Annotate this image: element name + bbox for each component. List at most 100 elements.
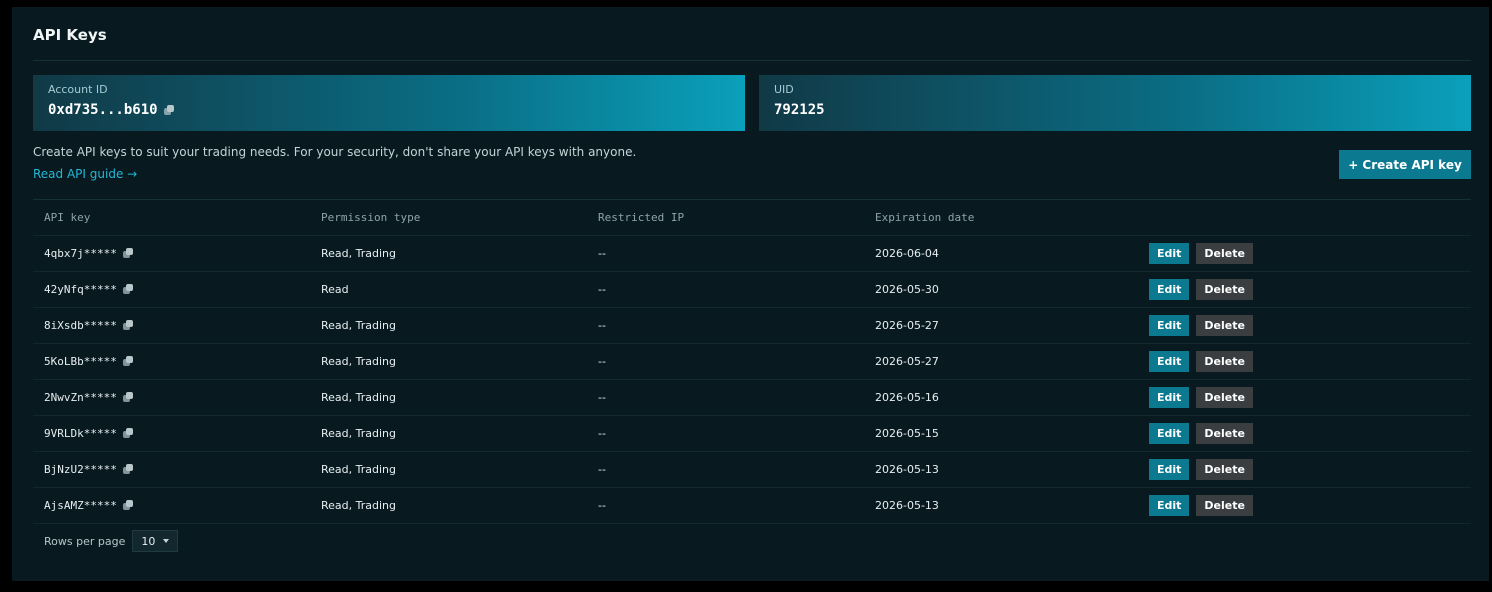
table-body: 4qbx7j***** Read, Trading -- 2026-06-04 Edit… xyxy=(33,236,1471,524)
expiration-cell: 2026-05-16 xyxy=(875,391,939,404)
table-row: 4qbx7j***** Read, Trading -- 2026-06-04 Edit… xyxy=(33,236,1471,272)
delete-button[interactable]: Delete xyxy=(1196,279,1253,300)
copy-icon[interactable] xyxy=(122,320,134,331)
copy-icon[interactable] xyxy=(122,356,134,367)
api-key-cell: 4qbx7j***** xyxy=(33,247,310,260)
permission-cell: Read, Trading xyxy=(321,427,396,440)
table-row: 5KoLBb***** Read, Trading -- 2026-05-27 Edit… xyxy=(33,344,1471,380)
copy-icon[interactable] xyxy=(122,248,134,259)
copy-icon[interactable] xyxy=(122,500,134,511)
uid-card: UID 792125 xyxy=(759,75,1471,131)
restricted-ip-cell: -- xyxy=(598,247,606,260)
permission-cell: Read, Trading xyxy=(321,499,396,512)
restricted-ip-cell: -- xyxy=(598,427,606,440)
restricted-ip-cell: -- xyxy=(598,319,606,332)
api-key-value: 4qbx7j***** xyxy=(44,247,117,260)
api-key-value: 9VRLDk***** xyxy=(44,427,117,440)
rows-per-page-label: Rows per page xyxy=(44,534,126,548)
restricted-ip-cell: -- xyxy=(598,355,606,368)
expiration-cell: 2026-05-30 xyxy=(875,283,939,296)
permission-cell: Read, Trading xyxy=(321,463,396,476)
table-row: 9VRLDk***** Read, Trading -- 2026-05-15 Edit… xyxy=(33,416,1471,452)
api-key-cell: BjNzU2***** xyxy=(33,463,310,476)
restricted-ip-cell: -- xyxy=(598,463,606,476)
edit-button[interactable]: Edit xyxy=(1149,351,1190,372)
delete-button[interactable]: Delete xyxy=(1196,387,1253,408)
restricted-ip-cell: -- xyxy=(598,499,606,512)
actions-cell: Edit Delete xyxy=(1141,495,1471,516)
account-id-value: 0xd735...b610 xyxy=(48,102,158,118)
uid-value: 792125 xyxy=(774,102,825,118)
api-key-value: 5KoLBb***** xyxy=(44,355,117,368)
account-id-card: Account ID 0xd735...b610 xyxy=(33,75,745,131)
actions-cell: Edit Delete xyxy=(1141,387,1471,408)
permission-cell: Read, Trading xyxy=(321,355,396,368)
rows-per-page-value: 10 xyxy=(141,534,156,548)
column-header-restricted-ip: Restricted IP xyxy=(598,211,685,224)
actions-cell: Edit Delete xyxy=(1141,243,1471,264)
api-key-cell: 42yNfq***** xyxy=(33,283,310,296)
edit-button[interactable]: Edit xyxy=(1149,495,1190,516)
copy-icon[interactable] xyxy=(122,392,134,403)
copy-icon[interactable] xyxy=(163,104,175,116)
expiration-cell: 2026-05-27 xyxy=(875,355,939,368)
read-api-guide-link[interactable]: Read API guide → xyxy=(33,167,137,181)
expiration-cell: 2026-05-13 xyxy=(875,499,939,512)
page-title: API Keys xyxy=(33,26,107,44)
api-key-cell: AjsAMZ***** xyxy=(33,499,310,512)
actions-cell: Edit Delete xyxy=(1141,423,1471,444)
title-divider xyxy=(33,60,1471,61)
table-header: API key Permission type Restricted IP Ex… xyxy=(33,200,1471,236)
expiration-cell: 2026-05-15 xyxy=(875,427,939,440)
copy-icon[interactable] xyxy=(122,428,134,439)
api-key-value: AjsAMZ***** xyxy=(44,499,117,512)
actions-cell: Edit Delete xyxy=(1141,315,1471,336)
edit-button[interactable]: Edit xyxy=(1149,459,1190,480)
actions-cell: Edit Delete xyxy=(1141,459,1471,480)
api-key-cell: 9VRLDk***** xyxy=(33,427,310,440)
delete-button[interactable]: Delete xyxy=(1196,351,1253,372)
table-row: 42yNfq***** Read -- 2026-05-30 Edit Delete xyxy=(33,272,1471,308)
edit-button[interactable]: Edit xyxy=(1149,279,1190,300)
column-header-permission-type: Permission type xyxy=(321,211,421,224)
delete-button[interactable]: Delete xyxy=(1196,459,1253,480)
api-key-cell: 5KoLBb***** xyxy=(33,355,310,368)
permission-cell: Read xyxy=(321,283,349,296)
copy-icon[interactable] xyxy=(122,464,134,475)
expiration-cell: 2026-05-27 xyxy=(875,319,939,332)
permission-cell: Read, Trading xyxy=(321,319,396,332)
api-key-value: 42yNfq***** xyxy=(44,283,117,296)
delete-button[interactable]: Delete xyxy=(1196,315,1253,336)
edit-button[interactable]: Edit xyxy=(1149,315,1190,336)
api-keys-table: API key Permission type Restricted IP Ex… xyxy=(33,200,1471,524)
pagination: Rows per page 10 xyxy=(44,530,179,552)
api-key-value: 2NwvZn***** xyxy=(44,391,117,404)
create-api-key-button[interactable]: + Create API key xyxy=(1339,150,1471,179)
expiration-cell: 2026-05-13 xyxy=(875,463,939,476)
api-keys-panel: API Keys Account ID 0xd735...b610 UID 79… xyxy=(12,7,1489,581)
column-header-expiration-date: Expiration date xyxy=(875,211,975,224)
api-key-value: BjNzU2***** xyxy=(44,463,117,476)
api-key-cell: 8iXsdb***** xyxy=(33,319,310,332)
api-key-cell: 2NwvZn***** xyxy=(33,391,310,404)
table-row: AjsAMZ***** Read, Trading -- 2026-05-13 Edit… xyxy=(33,488,1471,524)
api-description: Create API keys to suit your trading nee… xyxy=(33,145,637,159)
delete-button[interactable]: Delete xyxy=(1196,243,1253,264)
permission-cell: Read, Trading xyxy=(321,391,396,404)
actions-cell: Edit Delete xyxy=(1141,351,1471,372)
edit-button[interactable]: Edit xyxy=(1149,243,1190,264)
edit-button[interactable]: Edit xyxy=(1149,423,1190,444)
copy-icon[interactable] xyxy=(122,284,134,295)
column-header-api-key: API key xyxy=(44,211,91,224)
restricted-ip-cell: -- xyxy=(598,283,606,296)
delete-button[interactable]: Delete xyxy=(1196,495,1253,516)
expiration-cell: 2026-06-04 xyxy=(875,247,939,260)
edit-button[interactable]: Edit xyxy=(1149,387,1190,408)
table-row: 8iXsdb***** Read, Trading -- 2026-05-27 Edit… xyxy=(33,308,1471,344)
permission-cell: Read, Trading xyxy=(321,247,396,260)
actions-cell: Edit Delete xyxy=(1141,279,1471,300)
table-row: BjNzU2***** Read, Trading -- 2026-05-13 Edit… xyxy=(33,452,1471,488)
delete-button[interactable]: Delete xyxy=(1196,423,1253,444)
chevron-down-icon xyxy=(163,539,170,543)
rows-per-page-select[interactable]: 10 xyxy=(132,530,179,552)
